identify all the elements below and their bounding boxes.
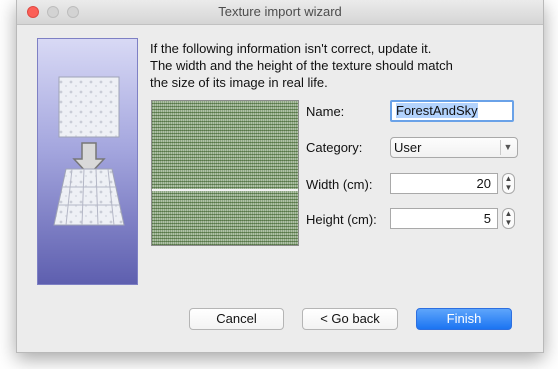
stepper-up-icon[interactable]: ▲ <box>503 209 514 218</box>
texture-seam <box>152 189 298 191</box>
name-input-value: ForestAndSky <box>396 103 478 118</box>
window-title: Texture import wizard <box>218 4 342 19</box>
wizard-side-image <box>37 38 138 285</box>
zoom-window-button[interactable] <box>67 6 79 18</box>
stepper-down-icon[interactable]: ▼ <box>503 218 514 227</box>
texture-preview <box>151 100 299 246</box>
texture-square-icon <box>58 76 120 138</box>
name-label: Name: <box>306 104 345 119</box>
height-label: Height (cm): <box>306 212 377 227</box>
width-label: Width (cm): <box>306 177 373 192</box>
category-select[interactable]: User ▼ <box>390 137 518 158</box>
cancel-button[interactable]: Cancel <box>189 308 284 330</box>
name-input[interactable]: ForestAndSky <box>390 100 514 122</box>
minimize-window-button[interactable] <box>47 6 59 18</box>
height-input[interactable]: 5 <box>390 208 498 229</box>
floor-tiles-icon <box>53 168 125 226</box>
stepper-down-icon[interactable]: ▼ <box>503 183 514 192</box>
chevron-down-icon: ▼ <box>500 140 515 155</box>
stepper-up-icon[interactable]: ▲ <box>503 174 514 183</box>
finish-button[interactable]: Finish <box>416 308 512 330</box>
texture-import-illustration <box>53 76 125 226</box>
category-select-value: User <box>394 140 422 155</box>
height-stepper[interactable]: ▲ ▼ <box>502 208 515 229</box>
width-stepper[interactable]: ▲ ▼ <box>502 173 515 194</box>
go-back-button[interactable]: < Go back <box>302 308 398 330</box>
instruction-text: If the following information isn't corre… <box>150 41 453 90</box>
wizard-window: Texture import wizard If the following i… <box>16 0 544 353</box>
width-input[interactable]: 20 <box>390 173 498 194</box>
title-bar: Texture import wizard <box>17 0 543 25</box>
category-label: Category: <box>306 140 363 155</box>
close-window-button[interactable] <box>27 6 39 18</box>
